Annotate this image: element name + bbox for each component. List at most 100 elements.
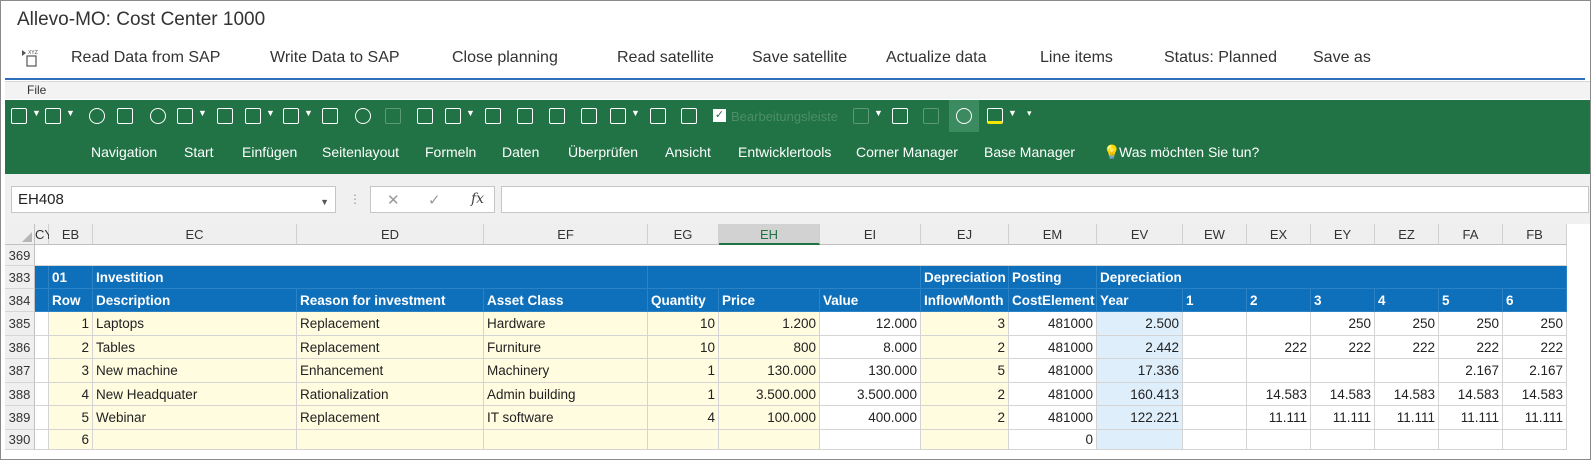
- header-cell[interactable]: Investition: [93, 266, 648, 289]
- spreadsheet-cell[interactable]: 4: [49, 383, 93, 406]
- align-icon[interactable]: [283, 108, 299, 124]
- spreadsheet-cell[interactable]: New Headquater: [93, 383, 297, 406]
- column-header-eh[interactable]: EH: [719, 224, 820, 245]
- spreadsheet-cell[interactable]: [35, 245, 1567, 266]
- spreadsheet-cell[interactable]: [1375, 430, 1439, 450]
- header-cell[interactable]: [648, 266, 921, 289]
- select-all-corner[interactable]: [5, 224, 35, 245]
- spreadsheet-cell[interactable]: [820, 430, 921, 450]
- spreadsheet-cell[interactable]: 17.336: [1097, 359, 1183, 383]
- spreadsheet-cell[interactable]: Webinar: [93, 406, 297, 430]
- row-header-388[interactable]: 388: [5, 383, 35, 406]
- column-header-ej[interactable]: EJ: [921, 224, 1009, 245]
- sap-app-icon[interactable]: XYZ: [19, 47, 41, 69]
- spreadsheet-cell[interactable]: 250: [1311, 312, 1375, 336]
- spreadsheet-cell[interactable]: 250: [1439, 312, 1503, 336]
- spreadsheet-cell[interactable]: 11.111: [1375, 406, 1439, 430]
- spreadsheet-cell[interactable]: 100.000: [719, 406, 820, 430]
- brush-icon[interactable]: [549, 108, 565, 124]
- line-items-button[interactable]: Line items: [1040, 49, 1113, 67]
- layout-icon[interactable]: [245, 108, 261, 124]
- column-title-cell[interactable]: 4: [1375, 289, 1439, 312]
- column-title-cell[interactable]: Reason for investment: [297, 289, 484, 312]
- column-title-cell[interactable]: [35, 289, 49, 312]
- column-title-cell[interactable]: Asset Class: [484, 289, 648, 312]
- column-title-cell[interactable]: Quantity: [648, 289, 719, 312]
- tab-start[interactable]: Start: [184, 144, 214, 160]
- column-header-ey[interactable]: EY: [1311, 224, 1375, 245]
- spreadsheet-cell[interactable]: Enhancement: [297, 359, 484, 383]
- column-header-ex[interactable]: EX: [1247, 224, 1311, 245]
- spreadsheet-cell[interactable]: 1: [648, 383, 719, 406]
- window-icon[interactable]: [892, 108, 908, 124]
- spreadsheet-cell[interactable]: 481000: [1009, 336, 1097, 359]
- spreadsheet-cell[interactable]: 0: [1009, 430, 1097, 450]
- fill-icon[interactable]: [217, 108, 233, 124]
- save-as-button[interactable]: Save as: [1313, 49, 1371, 67]
- spreadsheet-cell[interactable]: [1247, 359, 1311, 383]
- spreadsheet-cell[interactable]: Machinery: [484, 359, 648, 383]
- spreadsheet-cell[interactable]: [35, 383, 49, 406]
- spreadsheet-cell[interactable]: 11.111: [1503, 406, 1567, 430]
- tab-entwicklertools[interactable]: Entwicklertools: [738, 144, 831, 160]
- close-planning-button[interactable]: Close planning: [452, 49, 558, 67]
- tab-einfuegen[interactable]: Einfügen: [242, 144, 297, 160]
- spreadsheet-cell[interactable]: [484, 430, 648, 450]
- spreadsheet-cell[interactable]: [1183, 430, 1247, 450]
- spreadsheet-cell[interactable]: 2: [921, 406, 1009, 430]
- column-header-eg[interactable]: EG: [648, 224, 719, 245]
- spreadsheet-cell[interactable]: 481000: [1009, 406, 1097, 430]
- spreadsheet-cell[interactable]: [1311, 430, 1375, 450]
- spreadsheet-cell[interactable]: 2.167: [1439, 359, 1503, 383]
- spreadsheet-cell[interactable]: [35, 336, 49, 359]
- spreadsheet-cell[interactable]: [648, 430, 719, 450]
- spreadsheet-cell[interactable]: [1183, 336, 1247, 359]
- tab-navigation[interactable]: Navigation: [91, 144, 157, 160]
- spreadsheet-cell[interactable]: 3: [49, 359, 93, 383]
- spreadsheet-cell[interactable]: 222: [1247, 336, 1311, 359]
- column-header-fa[interactable]: FA: [1439, 224, 1503, 245]
- column-title-cell[interactable]: 1: [1183, 289, 1247, 312]
- spreadsheet-cell[interactable]: Rationalization: [297, 383, 484, 406]
- spreadsheet-cell[interactable]: 481000: [1009, 312, 1097, 336]
- spreadsheet-cell[interactable]: [297, 430, 484, 450]
- exit-icon[interactable]: [681, 108, 697, 124]
- chevron-down-icon[interactable]: ▼: [32, 108, 41, 118]
- column-header-eb[interactable]: EB: [49, 224, 93, 245]
- spreadsheet-cell[interactable]: [921, 430, 1009, 450]
- actualize-data-button[interactable]: Actualize data: [886, 49, 987, 67]
- calculator-icon[interactable]: [417, 108, 433, 124]
- spreadsheet-cell[interactable]: 5: [49, 406, 93, 430]
- spreadsheet-cell[interactable]: [35, 312, 49, 336]
- spreadsheet-cell[interactable]: 130.000: [719, 359, 820, 383]
- customize-toolbar-icon[interactable]: ▾: [1027, 108, 1032, 119]
- column-title-cell[interactable]: 5: [1439, 289, 1503, 312]
- spreadsheet-cell[interactable]: [1183, 359, 1247, 383]
- column-header-ei[interactable]: EI: [820, 224, 921, 245]
- spreadsheet-cell[interactable]: [1311, 359, 1375, 383]
- spreadsheet-cell[interactable]: 222: [1311, 336, 1375, 359]
- spreadsheet-cell[interactable]: 1: [49, 312, 93, 336]
- table-icon[interactable]: [517, 108, 533, 124]
- row-header-390[interactable]: 390: [5, 430, 35, 450]
- spreadsheet-cell[interactable]: Admin building: [484, 383, 648, 406]
- chevron-down-icon[interactable]: ▼: [320, 197, 329, 207]
- spreadsheet-cell[interactable]: 481000: [1009, 383, 1097, 406]
- spreadsheet-cell[interactable]: 122.221: [1097, 406, 1183, 430]
- spreadsheet-cell[interactable]: 14.583: [1247, 383, 1311, 406]
- insert-function-icon[interactable]: fx: [471, 191, 484, 207]
- spreadsheet-cell[interactable]: 14.583: [1439, 383, 1503, 406]
- spreadsheet-cell[interactable]: Replacement: [297, 312, 484, 336]
- column-title-cell[interactable]: Row: [49, 289, 93, 312]
- spreadsheet-cell[interactable]: [1183, 383, 1247, 406]
- spreadsheet-cell[interactable]: 1: [648, 359, 719, 383]
- header-cell[interactable]: 01: [49, 266, 93, 289]
- spreadsheet-cell[interactable]: 2.167: [1503, 359, 1567, 383]
- spreadsheet-cell[interactable]: 250: [1503, 312, 1567, 336]
- spreadsheet-cell[interactable]: [719, 430, 820, 450]
- tab-formeln[interactable]: Formeln: [425, 144, 476, 160]
- column-header-ef[interactable]: EF: [484, 224, 648, 245]
- confirm-icon[interactable]: ✓: [428, 191, 441, 209]
- chevron-down-icon[interactable]: ▼: [1008, 108, 1017, 118]
- spreadsheet-cell[interactable]: 800: [719, 336, 820, 359]
